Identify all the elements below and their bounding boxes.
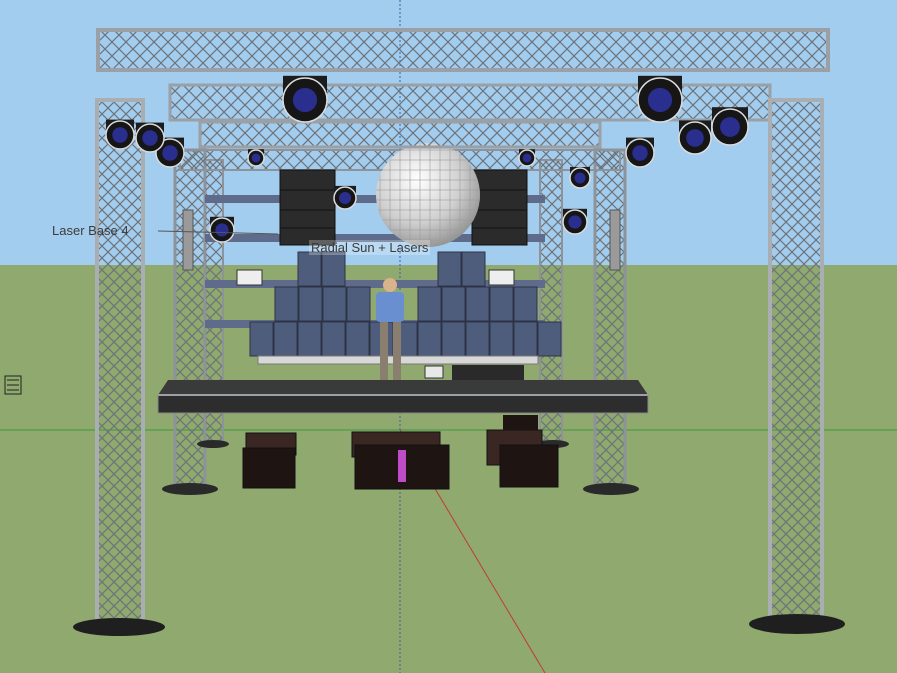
light-lens [142,130,158,146]
led-panel [298,286,323,322]
light-lens [162,145,178,161]
light-lens [215,223,229,237]
led-panel [489,321,514,357]
led-panel [273,321,298,357]
led-panel [441,286,466,322]
stage-scene[interactable] [0,0,897,673]
led-panel [441,321,466,357]
led-panel [249,321,274,357]
light-lens [251,153,261,163]
led-panel [417,321,442,357]
led-panel [321,321,346,357]
laser-base-label[interactable]: Laser Base 4 [52,223,129,238]
light-lens [292,87,318,113]
light-lens [720,117,740,137]
led-panel [437,251,462,287]
light-lens [568,215,582,229]
light-lens [647,87,673,113]
model-viewport[interactable]: Laser Base 4 Radial Sun + Lasers [0,0,897,673]
led-panel [297,251,322,287]
led-panel [321,251,346,287]
led-panel [465,286,490,322]
led-panel [537,321,562,357]
led-panel [274,286,299,322]
stage-deck[interactable] [157,380,649,414]
led-panel [513,321,538,357]
led-panel [465,321,490,357]
disco-ball-icon[interactable] [376,143,480,247]
led-panel [345,321,370,357]
light-lens [338,191,352,205]
led-panel [489,286,514,322]
light-lens [522,153,532,163]
light-lens [686,129,704,147]
light-lens [574,172,586,184]
radial-sun-label[interactable]: Radial Sun + Lasers [309,240,431,255]
led-panel [346,286,371,322]
led-panel [461,251,486,287]
led-panel [513,286,538,322]
led-panel [322,286,347,322]
light-lens [112,127,128,143]
led-panel [297,321,322,357]
light-lens [632,145,648,161]
led-panel [417,286,442,322]
